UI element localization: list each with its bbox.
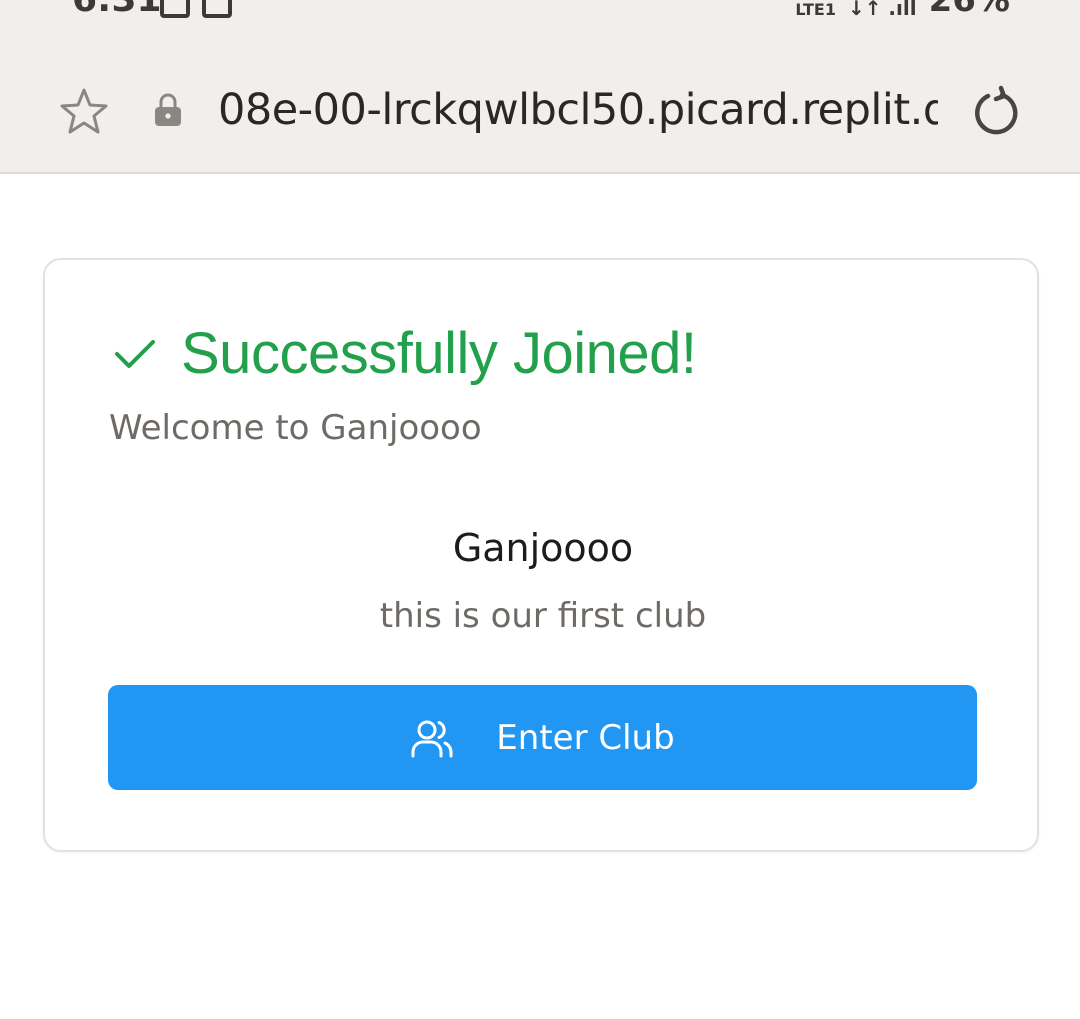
- enter-club-label: Enter Club: [496, 717, 675, 758]
- browser-chrome: 6:31 LTE1 ↓↑ .ıll 26% 08e-00-lrckqwlbcl5…: [0, 0, 1080, 174]
- lock-icon[interactable]: [152, 92, 184, 128]
- success-title: Successfully Joined!: [181, 321, 697, 386]
- address-bar: 08e-00-lrckqwlbcl50.picard.replit.dev: [0, 60, 1080, 160]
- users-icon: [411, 720, 453, 757]
- status-notification-icons: [160, 0, 232, 18]
- club-description: this is our first club: [379, 596, 707, 636]
- check-icon: [115, 340, 155, 368]
- join-success-card: Successfully Joined! Welcome to Ganjoooo…: [43, 258, 1039, 852]
- reload-icon[interactable]: [968, 84, 1024, 140]
- signal-icon: ↓↑ .ıll: [847, 0, 917, 20]
- club-name: Ganjoooo: [452, 526, 634, 570]
- status-right-group: LTE1 ↓↑ .ıll 26%: [795, 0, 1010, 32]
- network-type: LTE1: [795, 0, 836, 19]
- status-time: 6:31: [72, 0, 162, 22]
- battery-percent: 26%: [928, 0, 1010, 20]
- message-icon: [160, 0, 190, 18]
- url-field[interactable]: 08e-00-lrckqwlbcl50.picard.replit.dev: [218, 82, 938, 138]
- gallery-icon: [202, 0, 232, 18]
- star-icon[interactable]: [58, 86, 110, 138]
- status-bar: 6:31 LTE1 ↓↑ .ıll 26%: [0, 0, 1080, 22]
- enter-club-button[interactable]: Enter Club: [108, 685, 977, 790]
- welcome-message: Welcome to Ganjoooo: [109, 408, 482, 448]
